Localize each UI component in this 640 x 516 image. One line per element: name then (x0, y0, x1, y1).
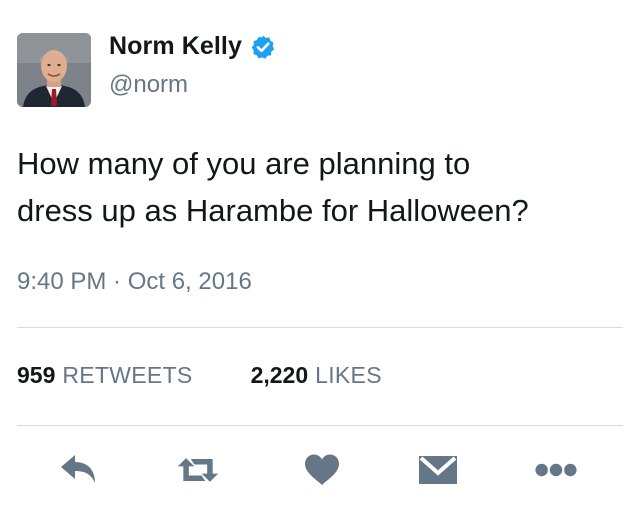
reply-button[interactable] (56, 448, 100, 492)
tweet-text-line: How many of you are planning to (17, 146, 471, 181)
tweet-card: Norm Kelly @norm How many of you are pla… (0, 0, 640, 516)
divider (17, 425, 623, 426)
tweet-text: How many of you are planning to dress up… (17, 140, 627, 234)
retweet-icon (177, 458, 219, 482)
tweet-text-line: dress up as Harambe for Halloween? (17, 193, 529, 228)
tweet-timestamp[interactable]: 9:40 PM · Oct 6, 2016 (17, 268, 252, 296)
likes-label: LIKES (315, 362, 382, 388)
author-name[interactable]: Norm Kelly (109, 32, 276, 61)
author-handle[interactable]: @norm (109, 71, 188, 99)
like-button[interactable] (300, 448, 344, 492)
tweet-actions-bar (0, 448, 640, 492)
retweets-label: RETWEETS (62, 362, 193, 388)
envelope-icon (419, 456, 457, 484)
likes-count: 2,220 (250, 362, 309, 388)
more-icon (535, 463, 577, 477)
author-name-text: Norm Kelly (109, 32, 242, 60)
heart-icon (305, 454, 339, 485)
likes-stat[interactable]: 2,220 LIKES (251, 362, 382, 389)
retweets-count: 959 (17, 362, 56, 388)
avatar-photo (17, 33, 91, 107)
direct-message-button[interactable] (416, 448, 460, 492)
author-avatar[interactable] (17, 33, 91, 107)
verified-badge-icon (250, 34, 276, 60)
divider (17, 327, 623, 328)
more-button[interactable] (534, 448, 578, 492)
reply-icon (61, 455, 95, 483)
tweet-stats: 959 RETWEETS 2,220 LIKES (17, 362, 382, 389)
retweets-stat[interactable]: 959 RETWEETS (17, 362, 193, 389)
retweet-button[interactable] (176, 448, 220, 492)
